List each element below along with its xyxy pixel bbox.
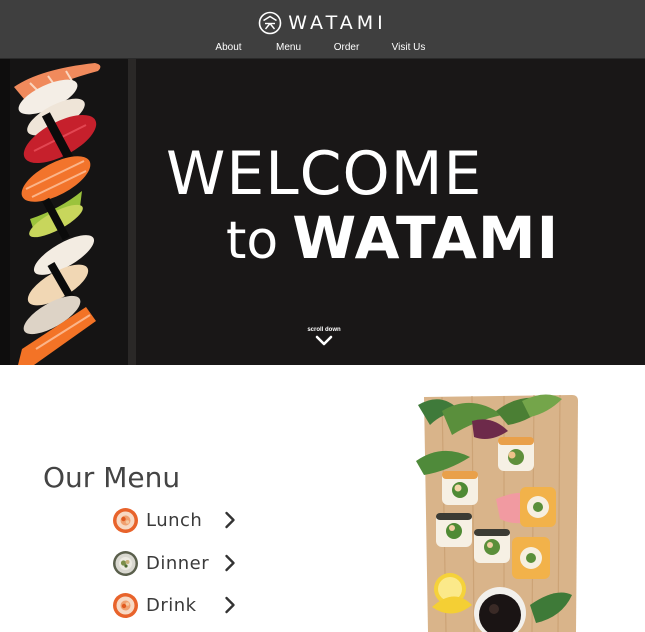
brand-name: WATAMI — [288, 12, 387, 34]
hero-subheading: to WATAMI — [226, 207, 559, 284]
site-header: WATAMI About Menu Order Visit Us — [0, 0, 645, 59]
sushi-roll-icon — [113, 592, 138, 618]
hero-welcome-heading: WELCOME — [166, 139, 483, 209]
menu-item-label: Dinner — [146, 552, 210, 574]
nav-link-menu[interactable]: Menu — [257, 42, 321, 53]
nav-link-about[interactable]: About — [201, 42, 257, 53]
brand[interactable]: WATAMI — [0, 11, 645, 35]
menu-section: Our Menu Lunch Dinner Drink — [0, 365, 645, 632]
main-nav: About Menu Order Visit Us — [0, 42, 645, 53]
sushi-board-image — [412, 391, 582, 632]
chevron-right-icon — [225, 554, 235, 572]
menu-item-dinner[interactable]: Dinner — [112, 548, 242, 578]
menu-item-drink[interactable]: Drink — [112, 590, 242, 620]
menu-item-lunch[interactable]: Lunch — [112, 505, 242, 535]
sushi-roll-icon — [113, 507, 138, 533]
chevron-right-icon — [225, 596, 235, 614]
scroll-down-button[interactable]: scroll down — [289, 326, 359, 346]
sushi-roll-icon — [113, 550, 138, 576]
nav-link-visit-us[interactable]: Visit Us — [373, 42, 445, 53]
menu-title: Our Menu — [43, 461, 181, 494]
watami-logo-icon — [258, 11, 282, 35]
hero-banner: WELCOME to WATAMI scroll down — [0, 59, 645, 365]
chevron-down-icon — [315, 335, 333, 346]
nigiri-platter-image — [0, 59, 136, 365]
hero-brand-text: WATAMI — [292, 204, 560, 272]
menu-item-label: Lunch — [146, 509, 203, 531]
menu-item-label: Drink — [146, 594, 197, 616]
hero-to-text: to — [226, 211, 279, 271]
scroll-down-label: scroll down — [307, 327, 341, 333]
chevron-right-icon — [225, 511, 235, 529]
nav-link-order[interactable]: Order — [321, 42, 373, 53]
